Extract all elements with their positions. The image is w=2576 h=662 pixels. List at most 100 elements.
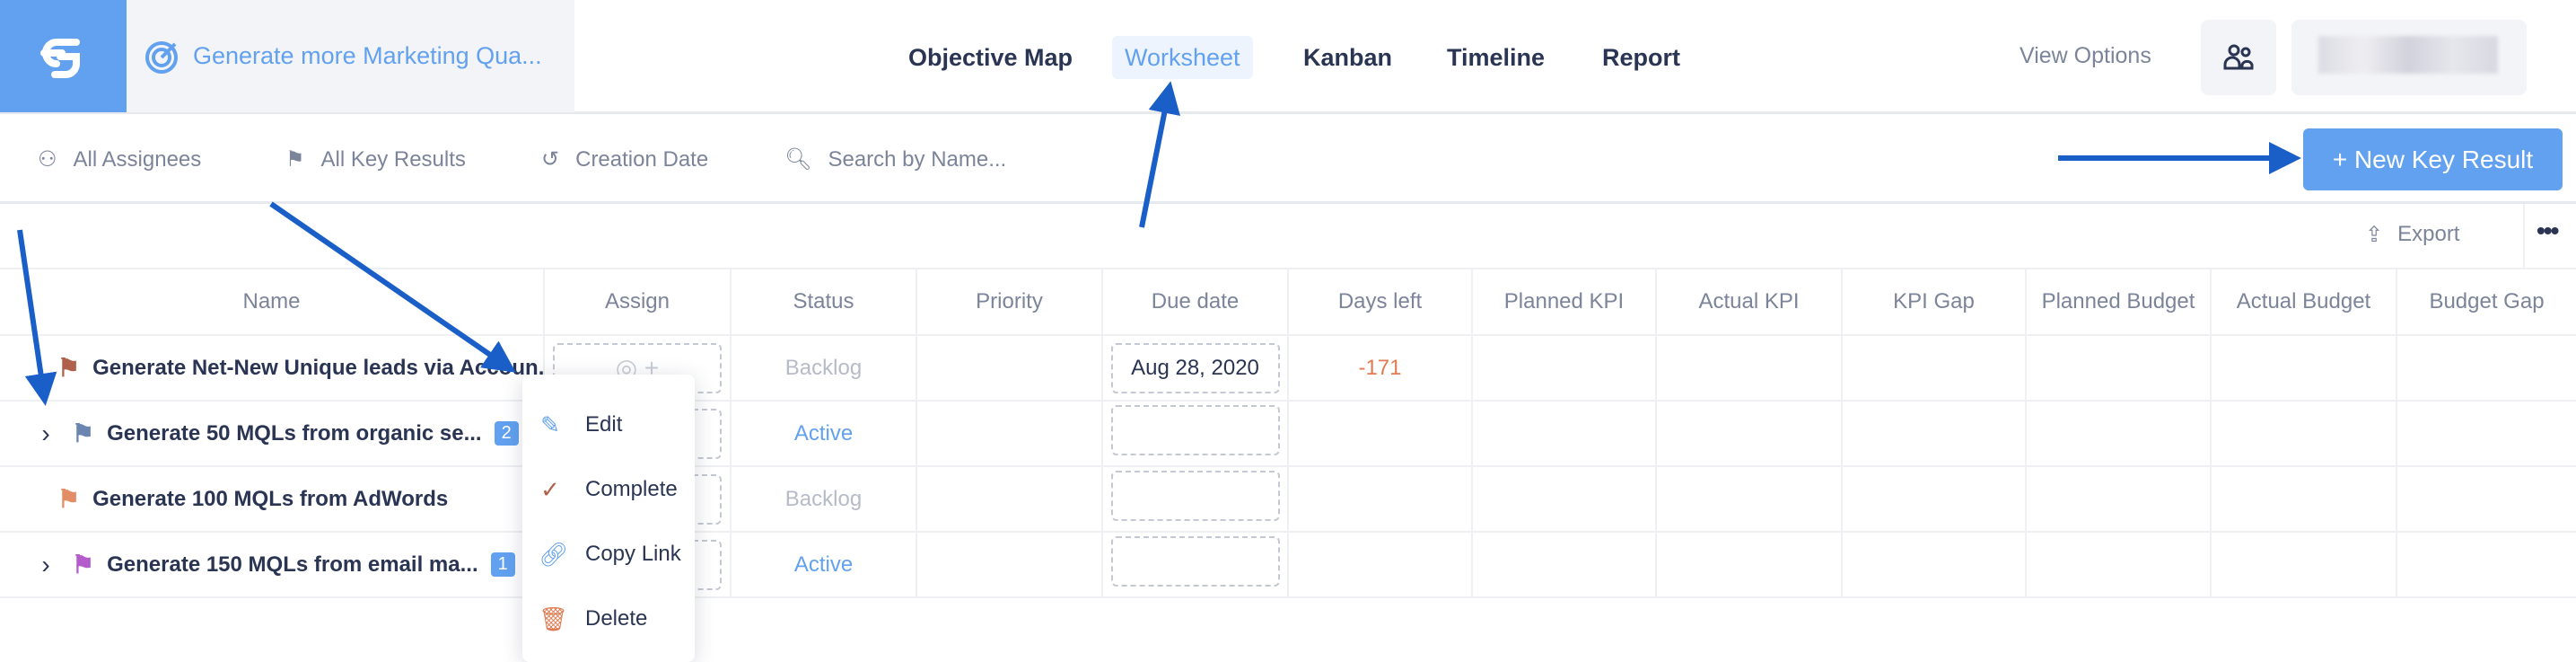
name-cell[interactable]: › ⚑ Generate 150 MQLs from email ma... 1 [0,531,545,598]
filter-key-results[interactable]: ⚑ All Key Results [285,146,466,172]
column-header[interactable]: KPI Gap [1841,268,2027,336]
table-row[interactable]: ›⚑Generate 150 MQLs from email ma...1◎ +… [0,531,2576,598]
menu-item-delete[interactable]: 🗑︎ Delete [522,587,695,651]
column-header[interactable]: Actual Budget [2210,268,2397,336]
key-result-name[interactable]: Generate 150 MQLs from email ma... [107,552,478,578]
column-header[interactable]: Budget Gap [2396,268,2576,336]
user-profile-blurred[interactable] [2291,20,2527,95]
data-cell[interactable] [1841,400,2027,467]
status-cell[interactable]: Backlog [730,465,917,533]
more-options-icon[interactable]: ••• [2537,216,2559,245]
data-cell[interactable] [1471,400,1657,467]
data-cell[interactable] [2025,531,2212,598]
priority-cell[interactable] [916,400,1103,467]
column-header[interactable]: Due date [1101,268,1289,336]
search-input[interactable]: Search by Name... [828,147,1006,172]
data-cell[interactable] [2396,334,2576,402]
status-cell[interactable]: Active [730,400,917,467]
due-date-cell[interactable] [1101,465,1289,533]
status-cell[interactable]: Active [730,531,917,598]
tab-timeline[interactable]: Timeline [1434,36,1557,79]
data-cell[interactable] [2210,531,2397,598]
expand-chevron-icon[interactable]: › [32,419,59,448]
menu-item-copy-link[interactable]: 🔗︎ Copy Link [522,522,695,587]
members-button[interactable] [2201,20,2276,95]
column-header[interactable]: Status [730,268,917,336]
view-options-button[interactable]: View Options [2020,43,2151,69]
data-cell[interactable] [1471,465,1657,533]
name-cell[interactable]: ⚑ Generate Net-New Unique leads via Accou… [0,334,545,402]
name-cell[interactable]: › ⚑ Generate 50 MQLs from organic se... 2 [0,400,545,467]
data-cell[interactable] [1471,531,1657,598]
due-date-cell[interactable] [1101,400,1289,467]
check-icon: ✓ [540,475,560,503]
worksheet-table: Name Assign Status Priority Due date Days lef… [0,268,2576,598]
table-toolbar: ⇪ Export ••• [0,204,2576,268]
export-button[interactable]: ⇪ Export [2365,222,2459,248]
data-cell[interactable] [1655,334,1843,402]
data-cell[interactable] [1841,531,2027,598]
data-cell[interactable] [2210,465,2397,533]
key-result-name[interactable]: Generate 50 MQLs from organic se... [107,421,481,446]
column-header[interactable]: Name [0,268,545,336]
status-label: Backlog [784,355,863,380]
app-logo[interactable] [0,0,127,112]
due-date-field[interactable] [1110,471,1280,521]
column-header[interactable]: Planned KPI [1471,268,1657,336]
flag-icon: ⚑ [72,551,95,578]
blurred-content [2318,36,2498,74]
key-result-name[interactable]: Generate 100 MQLs from AdWords [92,487,448,512]
menu-item-label: Edit [585,412,623,437]
days-left-cell [1287,465,1473,533]
data-cell[interactable] [2210,334,2397,402]
tab-worksheet[interactable]: Worksheet [1112,36,1253,79]
name-cell[interactable]: ⚑ Generate 100 MQLs from AdWords [0,465,545,533]
key-result-name[interactable]: Generate Net-New Unique leads via Accoun… [92,356,542,381]
due-date-cell[interactable] [1101,531,1289,598]
data-cell[interactable] [1655,465,1843,533]
due-date-field[interactable] [1110,536,1280,587]
column-header[interactable]: Planned Budget [2025,268,2212,336]
due-date-field[interactable]: Aug 28, 2020 [1110,342,1280,393]
filter-assignees-label: All Assignees [73,146,202,172]
project-title[interactable]: Generate more Marketing Qua... [127,0,574,112]
filter-assignees[interactable]: ⚇ All Assignees [38,146,201,172]
flag-icon: ⚑ [57,354,81,382]
tab-report[interactable]: Report [1590,36,1693,79]
table-row[interactable]: ⚑ Generate Net-New Unique leads via Accou… [0,334,2576,402]
data-cell[interactable] [1655,400,1843,467]
history-icon: ↺ [541,147,560,172]
tab-kanban[interactable]: Kanban [1291,36,1405,79]
table-row[interactable]: ⚑Generate 100 MQLs from AdWords◎ +Backlo… [0,465,2576,533]
new-key-result-button[interactable]: + New Key Result [2303,128,2563,190]
data-cell[interactable] [1841,465,2027,533]
tab-objective-map[interactable]: Objective Map [896,36,1085,79]
due-date-field[interactable] [1110,405,1280,455]
data-cell[interactable] [2396,531,2576,598]
priority-cell[interactable] [916,465,1103,533]
data-cell[interactable] [2396,400,2576,467]
expand-chevron-icon[interactable]: › [32,551,59,579]
search-box[interactable]: 🔍︎ Search by Name... [784,146,1006,172]
priority-cell[interactable] [916,531,1103,598]
data-cell[interactable] [1655,531,1843,598]
menu-item-edit[interactable]: ✎ Edit [522,393,695,457]
data-cell[interactable] [2025,465,2212,533]
data-cell[interactable] [2396,465,2576,533]
data-cell[interactable] [2025,400,2212,467]
filter-creation-date[interactable]: ↺ Creation Date [541,146,708,172]
column-header[interactable]: Actual KPI [1655,268,1843,336]
data-cell[interactable] [1471,334,1657,402]
column-header[interactable]: Days left [1287,268,1473,336]
data-cell[interactable] [1841,334,2027,402]
column-header[interactable]: Priority [916,268,1103,336]
menu-item-complete[interactable]: ✓ Complete [522,457,695,522]
data-cell[interactable] [2025,334,2212,402]
divider [2523,204,2525,268]
due-date-cell[interactable]: Aug 28, 2020 [1101,334,1289,402]
column-header[interactable]: Assign [543,268,732,336]
table-row[interactable]: ›⚑Generate 50 MQLs from organic se...2◎ … [0,400,2576,467]
data-cell[interactable] [2210,400,2397,467]
priority-cell[interactable] [916,334,1103,402]
status-cell[interactable]: Backlog [730,334,917,402]
